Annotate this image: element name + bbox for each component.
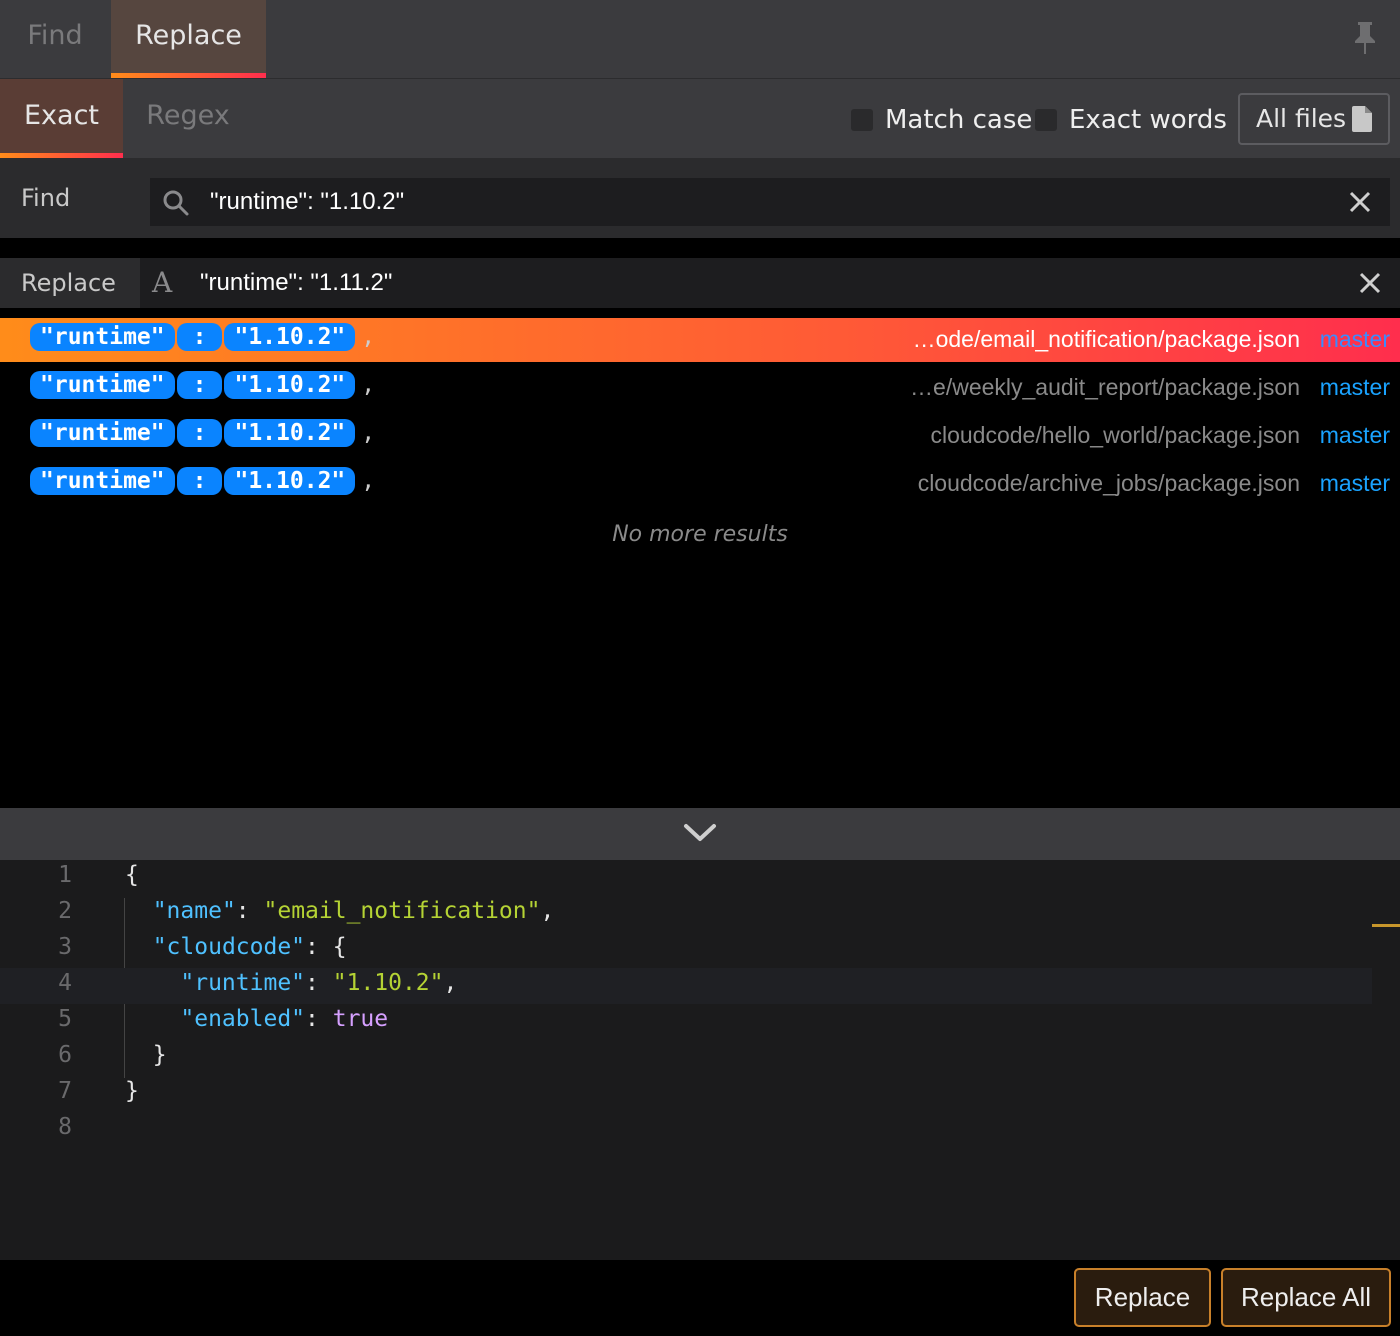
match-sep: : bbox=[176, 419, 223, 447]
file-icon bbox=[1352, 106, 1372, 132]
result-row[interactable]: "runtime" : "1.10.2" , cloudcode/archive… bbox=[0, 462, 1400, 506]
match-case-checkbox[interactable]: Match case bbox=[851, 105, 1032, 135]
line-number: 7 bbox=[58, 1078, 72, 1104]
code-line: 8 bbox=[0, 1112, 1372, 1148]
code-line: 7 } bbox=[0, 1076, 1372, 1112]
chevron-down-icon[interactable] bbox=[683, 822, 717, 844]
action-bar: Replace Replace All bbox=[0, 1260, 1400, 1336]
code-line: 5 "enabled": true bbox=[0, 1004, 1372, 1040]
collapse-bar[interactable] bbox=[0, 808, 1400, 860]
result-path: cloudcode/archive_jobs/package.json bbox=[917, 470, 1300, 496]
match-trail: , bbox=[361, 372, 376, 398]
replace-all-button[interactable]: Replace All bbox=[1221, 1268, 1391, 1327]
match-snippet: "runtime" : "1.10.2" , bbox=[30, 370, 375, 400]
match-value: "1.10.2" bbox=[224, 419, 356, 447]
checkbox-box[interactable] bbox=[1035, 109, 1057, 131]
match-value: "1.10.2" bbox=[224, 323, 356, 351]
match-sep: : bbox=[176, 467, 223, 495]
scope-button[interactable]: All files bbox=[1238, 93, 1390, 145]
top-tab-bar: Find Replace bbox=[0, 0, 1400, 78]
exact-words-label: Exact words bbox=[1069, 105, 1227, 135]
row-gap bbox=[0, 238, 1400, 258]
find-label: Find bbox=[21, 184, 71, 212]
pin-icon[interactable] bbox=[1350, 20, 1380, 56]
line-number: 5 bbox=[58, 1006, 72, 1032]
match-trail: , bbox=[361, 324, 376, 350]
line-number: 1 bbox=[58, 862, 72, 888]
scope-label: All files bbox=[1256, 104, 1347, 133]
replace-input-value[interactable]: "runtime": "1.11.2" bbox=[200, 269, 392, 297]
scrollbar-marker bbox=[1372, 924, 1400, 927]
match-trail: , bbox=[361, 420, 376, 446]
result-row[interactable]: "runtime" : "1.10.2" , …e/weekly_audit_r… bbox=[0, 366, 1400, 410]
search-icon bbox=[163, 190, 189, 216]
replace-input[interactable]: A "runtime": "1.11.2" bbox=[140, 258, 1400, 308]
code-line: 2 "name": "email_notification", bbox=[0, 896, 1372, 932]
line-code: "name": "email_notification", bbox=[152, 898, 555, 924]
code-line: 3 "cloudcode": { bbox=[0, 932, 1372, 968]
line-number: 3 bbox=[58, 934, 72, 960]
find-input-value[interactable]: "runtime": "1.10.2" bbox=[210, 188, 404, 216]
line-number: 4 bbox=[58, 970, 72, 996]
result-path: …ode/email_notification/package.json bbox=[912, 326, 1300, 352]
mode-bar: Exact Regex Match case Exact words All f… bbox=[0, 78, 1400, 158]
result-row[interactable]: "runtime" : "1.10.2" , cloudcode/hello_w… bbox=[0, 414, 1400, 458]
mode-regex-tab[interactable]: Regex bbox=[123, 79, 253, 158]
match-key: "runtime" bbox=[30, 323, 175, 351]
line-code: "cloudcode": { bbox=[152, 934, 347, 960]
line-code: { bbox=[125, 862, 139, 888]
results-list: "runtime" : "1.10.2" , …ode/email_notifi… bbox=[0, 318, 1400, 808]
no-more-results: No more results bbox=[612, 522, 788, 547]
line-number: 8 bbox=[58, 1114, 72, 1140]
result-row[interactable]: "runtime" : "1.10.2" , …ode/email_notifi… bbox=[0, 318, 1400, 362]
match-case-label: Match case bbox=[885, 105, 1033, 135]
line-code: "runtime": "1.10.2", bbox=[180, 970, 458, 996]
line-number: 6 bbox=[58, 1042, 72, 1068]
line-number: 2 bbox=[58, 898, 72, 924]
close-icon[interactable] bbox=[1357, 270, 1383, 296]
match-value: "1.10.2" bbox=[224, 467, 356, 495]
result-branch: master bbox=[1319, 326, 1390, 352]
exact-words-checkbox[interactable]: Exact words bbox=[1035, 105, 1227, 135]
find-row: Find "runtime": "1.10.2" bbox=[0, 158, 1400, 238]
line-code: } bbox=[125, 1078, 139, 1104]
code-line: 6 } bbox=[0, 1040, 1372, 1076]
match-trail: , bbox=[361, 468, 376, 494]
match-snippet: "runtime" : "1.10.2" , bbox=[30, 418, 375, 448]
match-key: "runtime" bbox=[30, 371, 175, 399]
checkbox-box[interactable] bbox=[851, 109, 873, 131]
match-value: "1.10.2" bbox=[224, 371, 356, 399]
result-branch: master bbox=[1319, 470, 1390, 496]
result-branch: master bbox=[1319, 422, 1390, 448]
match-sep: : bbox=[176, 371, 223, 399]
match-key: "runtime" bbox=[30, 419, 175, 447]
replace-label: Replace bbox=[21, 269, 116, 297]
match-snippet: "runtime" : "1.10.2" , bbox=[30, 322, 375, 352]
match-key: "runtime" bbox=[30, 467, 175, 495]
font-icon: A bbox=[152, 266, 173, 299]
tab-replace[interactable]: Replace bbox=[111, 0, 266, 78]
line-code: "enabled": true bbox=[180, 1006, 389, 1032]
code-line-active: 4 "runtime": "1.10.2", bbox=[0, 968, 1372, 1004]
code-preview[interactable]: 1 { 2 "name": "email_notification", 3 "c… bbox=[0, 860, 1400, 1260]
close-icon[interactable] bbox=[1347, 189, 1373, 215]
mode-exact-tab[interactable]: Exact bbox=[0, 79, 123, 158]
replace-button[interactable]: Replace bbox=[1074, 1268, 1211, 1327]
match-sep: : bbox=[176, 323, 223, 351]
result-branch: master bbox=[1319, 374, 1390, 400]
line-code: } bbox=[152, 1042, 167, 1068]
result-path: cloudcode/hello_world/package.json bbox=[930, 422, 1300, 448]
result-path: …e/weekly_audit_report/package.json bbox=[910, 374, 1300, 400]
code-line: 1 { bbox=[0, 860, 1372, 896]
find-input[interactable]: "runtime": "1.10.2" bbox=[150, 178, 1390, 226]
tab-find[interactable]: Find bbox=[0, 0, 110, 78]
match-snippet: "runtime" : "1.10.2" , bbox=[30, 466, 375, 496]
replace-row: Replace A "runtime": "1.11.2" bbox=[0, 258, 1400, 308]
